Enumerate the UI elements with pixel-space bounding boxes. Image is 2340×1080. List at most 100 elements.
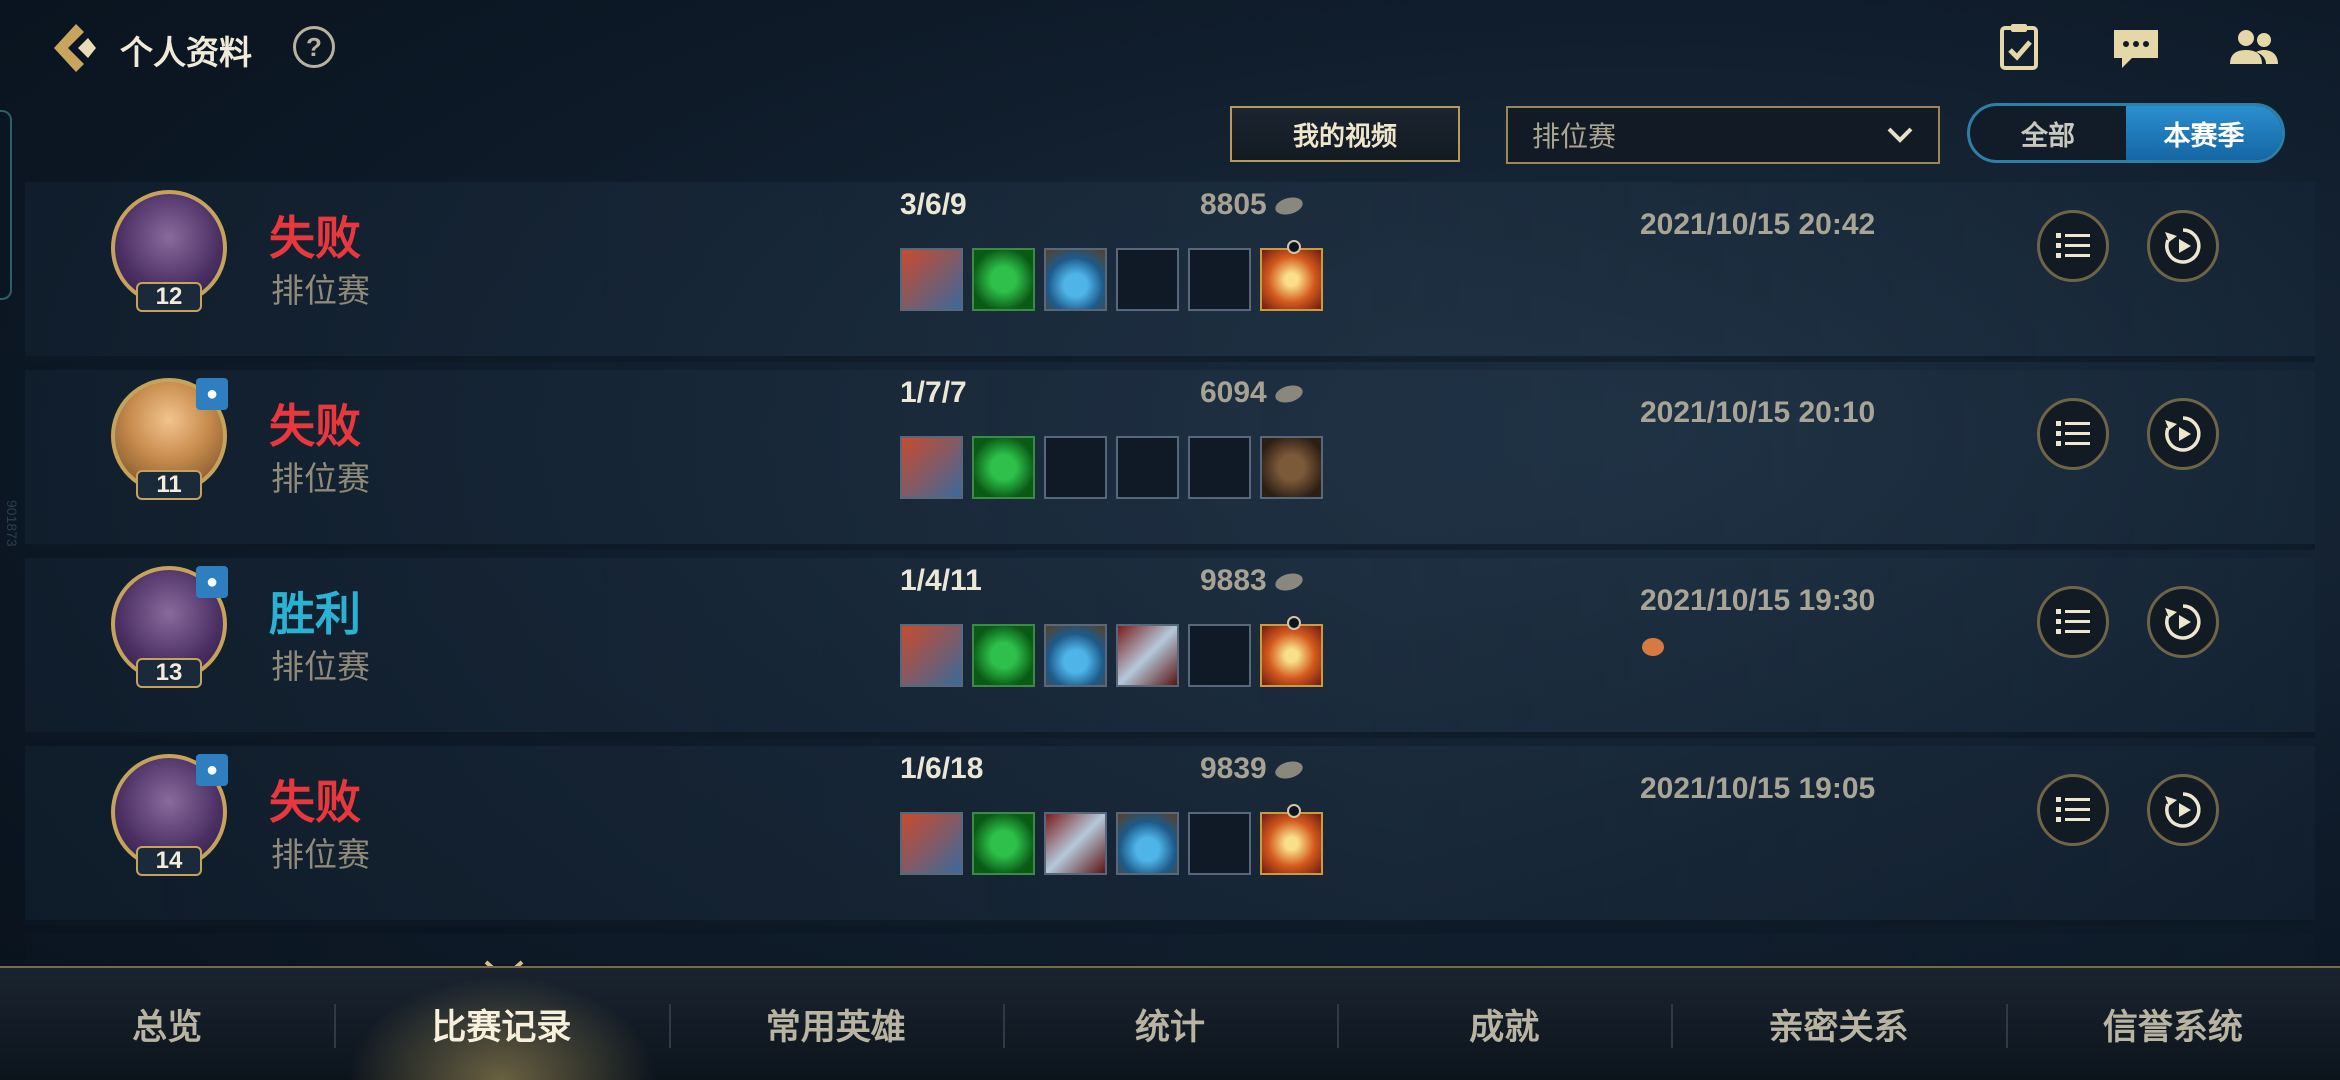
trinket-icon[interactable]	[1260, 616, 1323, 687]
season-toggle[interactable]: 全部 本赛季	[1967, 103, 2285, 163]
game-mode-select[interactable]: 排位赛	[1506, 106, 1940, 164]
my-videos-button[interactable]: 我的视频	[1230, 106, 1460, 162]
chat-icon[interactable]	[2108, 22, 2164, 74]
list-icon	[2056, 609, 2090, 634]
item-icon[interactable]	[972, 248, 1035, 311]
empty-item-slot	[1116, 436, 1179, 499]
tab-relationships[interactable]: 亲密关系	[1671, 968, 2005, 1080]
side-id-label: 901873	[4, 500, 20, 547]
champion-level-badge: 14	[136, 846, 202, 876]
item-icon[interactable]	[972, 436, 1035, 499]
kda: 1/7/7	[900, 376, 967, 409]
match-history-list[interactable]: 12 失败 排位赛 3/6/9 8805 2021/10/15 20:42 ● …	[25, 182, 2315, 964]
champion-level-badge: 13	[136, 658, 202, 688]
friends-icon[interactable]	[2226, 22, 2282, 74]
item-icon[interactable]	[1044, 624, 1107, 687]
boots-icon[interactable]	[1260, 436, 1323, 499]
kda: 1/4/11	[900, 564, 982, 597]
gold-value: 9839	[1200, 752, 1267, 785]
match-details-button[interactable]	[2037, 586, 2109, 658]
party-icon: ●	[196, 566, 228, 598]
list-icon	[2056, 797, 2090, 822]
item-icon[interactable]	[972, 624, 1035, 687]
bottom-tab-bar: 总览 比赛记录 常用英雄 统计 成就 亲密关系 信誉系统	[0, 966, 2340, 1080]
item-slots	[900, 804, 1323, 875]
page-title: 个人资料	[120, 34, 252, 71]
gold-earned: 9839	[1200, 752, 1305, 786]
replay-button[interactable]	[2147, 210, 2219, 282]
match-result: 失败	[269, 400, 361, 452]
side-panel-handle[interactable]	[0, 110, 12, 300]
champion-level-badge: 12	[136, 282, 202, 312]
item-icon[interactable]	[900, 248, 963, 311]
replay-icon	[2165, 228, 2201, 264]
match-mode: 排位赛	[271, 648, 370, 685]
match-result: 胜利	[269, 588, 361, 640]
list-icon	[2056, 421, 2090, 446]
toggle-all[interactable]: 全部	[1970, 106, 2126, 160]
checklist-icon[interactable]	[1992, 22, 2048, 74]
item-icon[interactable]	[1044, 248, 1107, 311]
empty-item-slot	[1116, 248, 1179, 311]
item-icon[interactable]	[900, 812, 963, 875]
back-button[interactable]	[46, 18, 106, 78]
trinket-indicator-icon	[1287, 804, 1301, 818]
replay-icon	[2165, 416, 2201, 452]
empty-item-slot	[1044, 436, 1107, 499]
empty-item-slot	[1188, 812, 1251, 875]
tab-overview[interactable]: 总览	[0, 968, 334, 1080]
tab-match-history[interactable]: 比赛记录	[334, 968, 669, 1080]
match-mode: 排位赛	[271, 272, 370, 309]
tab-stats[interactable]: 统计	[1002, 968, 1337, 1080]
gold-earned: 8805	[1200, 188, 1305, 222]
replay-button[interactable]	[2147, 398, 2219, 470]
match-details-button[interactable]	[2037, 210, 2109, 282]
match-row[interactable]: ● 13 胜利 排位赛 1/4/11 9883 2021/10/15 19:30	[25, 558, 2315, 738]
tab-favorite-champions[interactable]: 常用英雄	[668, 968, 1003, 1080]
gold-coin-icon	[1273, 194, 1305, 218]
match-details-button[interactable]	[2037, 398, 2109, 470]
item-slots	[900, 616, 1323, 687]
gold-value: 8805	[1200, 188, 1267, 221]
item-icon[interactable]	[900, 624, 963, 687]
match-row[interactable]: ● 11 失败 排位赛 1/7/7 6094 2021/10/15 20:10	[25, 370, 2315, 550]
trinket-icon[interactable]	[1260, 804, 1323, 875]
toggle-this-season[interactable]: 本赛季	[2126, 106, 2282, 160]
tab-honor-system[interactable]: 信誉系统	[2005, 968, 2340, 1080]
match-result: 失败	[269, 776, 361, 828]
match-timestamp: 2021/10/15 20:10	[1640, 396, 1876, 429]
gold-coin-icon	[1273, 570, 1305, 594]
trinket-indicator-icon	[1287, 240, 1301, 254]
party-icon: ●	[196, 754, 228, 786]
match-mode: 排位赛	[271, 460, 370, 497]
help-icon[interactable]: ?	[293, 26, 335, 68]
poro-emote-icon	[1642, 638, 1664, 656]
item-icon[interactable]	[900, 436, 963, 499]
trinket-icon[interactable]	[1260, 240, 1323, 311]
replay-icon	[2165, 792, 2201, 828]
empty-item-slot	[1188, 248, 1251, 311]
item-slots	[900, 240, 1323, 311]
kda: 3/6/9	[900, 188, 967, 221]
gold-coin-icon	[1273, 758, 1305, 782]
tab-achievements[interactable]: 成就	[1337, 968, 1671, 1080]
match-row-partial[interactable]	[25, 934, 2315, 964]
match-result: 失败	[269, 212, 361, 264]
item-icon[interactable]	[1044, 812, 1107, 875]
trinket-indicator-icon	[1287, 616, 1301, 630]
game-mode-select-value: 排位赛	[1532, 121, 1617, 152]
replay-icon	[2165, 604, 2201, 640]
item-icon[interactable]	[972, 812, 1035, 875]
kda: 1/6/18	[900, 752, 984, 785]
replay-button[interactable]	[2147, 774, 2219, 846]
gold-earned: 9883	[1200, 564, 1305, 598]
match-row[interactable]: ● 14 失败 排位赛 1/6/18 9839 2021/10/15 19:05	[25, 746, 2315, 926]
match-details-button[interactable]	[2037, 774, 2109, 846]
match-timestamp: 2021/10/15 19:05	[1640, 772, 1876, 805]
match-row[interactable]: 12 失败 排位赛 3/6/9 8805 2021/10/15 20:42	[25, 182, 2315, 362]
item-icon[interactable]	[1116, 812, 1179, 875]
list-icon	[2056, 233, 2090, 258]
gold-value: 6094	[1200, 376, 1267, 409]
replay-button[interactable]	[2147, 586, 2219, 658]
item-icon[interactable]	[1116, 624, 1179, 687]
